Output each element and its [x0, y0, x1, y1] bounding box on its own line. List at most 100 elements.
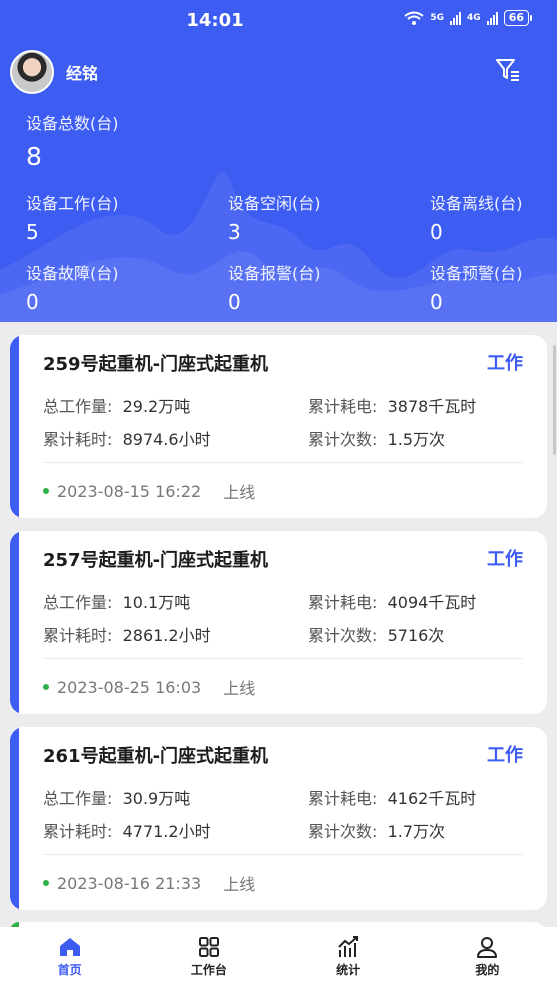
network-4g-label: 4G: [467, 13, 481, 23]
home-icon: [59, 938, 80, 956]
stat-fault: 设备故障(台) 0: [26, 260, 119, 314]
time-row: 累计耗时: 8974.6小时: [43, 426, 211, 450]
device-name: 257号起重机-门座式起重机: [43, 550, 269, 571]
device-status: 工作: [487, 549, 523, 570]
card-accent-bar: [10, 727, 19, 910]
stat-working: 设备工作(台) 5: [26, 190, 119, 244]
stat-label: 设备预警(台): [430, 264, 523, 283]
event-datetime: 2023-08-15 16:22: [57, 481, 202, 501]
power-row: 累计耗电: 4094千瓦时: [308, 589, 476, 613]
stat-label: 设备工作(台): [26, 194, 119, 213]
stat-value: 0: [26, 290, 39, 314]
signal-icon: [486, 11, 498, 25]
stat-label: 设备空闲(台): [228, 194, 321, 213]
stat-value: 3: [228, 220, 241, 244]
grid-icon: [198, 937, 219, 957]
time-label: 累计耗时:: [43, 626, 113, 645]
scrollbar[interactable]: [553, 345, 556, 455]
total-work-row: 总工作量: 30.9万吨: [43, 785, 190, 809]
card-accent-bar: [10, 531, 19, 714]
stat-label: 设备总数(台): [26, 114, 119, 133]
bottom-tab-bar: 首页 工作台 统计 我的: [0, 927, 557, 985]
time-label: 累计耗时:: [43, 822, 113, 841]
avatar[interactable]: [10, 50, 54, 94]
battery-icon: 66: [503, 10, 533, 26]
tab-label: 首页: [57, 963, 82, 977]
total-work-label: 总工作量:: [43, 789, 113, 808]
device-card[interactable]: 261号起重机-门座式起重机 工作 总工作量: 30.9万吨 累计耗电: 416…: [10, 727, 547, 910]
time-value: 4771.2小时: [122, 822, 211, 841]
event-row: 2023-08-25 16:03 上线: [43, 675, 255, 699]
filter-icon[interactable]: [495, 57, 521, 83]
count-value: 1.7万次: [387, 822, 446, 841]
device-name: 261号起重机-门座式起重机: [43, 746, 269, 767]
divider: [43, 462, 523, 463]
count-label: 累计次数:: [308, 822, 378, 841]
total-work-label: 总工作量:: [43, 397, 113, 416]
count-value: 5716次: [387, 626, 445, 645]
count-label: 累计次数:: [308, 430, 378, 449]
device-card[interactable]: 259号起重机-门座式起重机 工作 总工作量: 29.2万吨 累计耗电: 387…: [10, 335, 547, 518]
signal-icon: [450, 11, 462, 25]
stat-warning: 设备预警(台) 0: [430, 260, 523, 314]
total-work-value: 29.2万吨: [122, 397, 191, 416]
count-label: 累计次数:: [308, 626, 378, 645]
divider: [43, 658, 523, 659]
user-profile[interactable]: 经铭: [10, 50, 98, 94]
device-card[interactable]: 257号起重机-门座式起重机 工作 总工作量: 10.1万吨 累计耗电: 409…: [10, 531, 547, 714]
total-work-row: 总工作量: 29.2万吨: [43, 393, 190, 417]
event-datetime: 2023-08-16 21:33: [57, 873, 202, 893]
online-dot-icon: [43, 488, 49, 494]
tab-statistics[interactable]: 统计: [279, 927, 418, 985]
system-icons: 5G 4G 66: [404, 10, 533, 26]
time-row: 累计耗时: 4771.2小时: [43, 818, 211, 842]
tab-mine[interactable]: 我的: [418, 927, 557, 985]
event-row: 2023-08-16 21:33 上线: [43, 871, 255, 895]
status-time: 14:01: [186, 10, 244, 31]
time-value: 2861.2小时: [122, 626, 211, 645]
tab-home[interactable]: 首页: [0, 927, 139, 985]
chart-icon: [338, 936, 359, 957]
status-bar: 14:01 5G 4G 66: [0, 0, 557, 42]
tab-label: 我的: [475, 963, 500, 977]
total-work-value: 10.1万吨: [122, 593, 191, 612]
stat-value: 8: [26, 142, 42, 171]
power-row: 累计耗电: 4162千瓦时: [308, 785, 476, 809]
card-accent-bar: [10, 335, 19, 518]
event-type: 上线: [223, 483, 256, 502]
stat-alarm: 设备报警(台) 0: [228, 260, 321, 314]
count-row: 累计次数: 1.7万次: [308, 818, 445, 842]
tab-workbench[interactable]: 工作台: [139, 927, 278, 985]
stat-value: 0: [430, 220, 443, 244]
stat-value: 0: [228, 290, 241, 314]
total-work-row: 总工作量: 10.1万吨: [43, 589, 190, 613]
stat-value: 0: [430, 290, 443, 314]
time-row: 累计耗时: 2861.2小时: [43, 622, 211, 646]
stat-label: 设备故障(台): [26, 264, 119, 283]
total-work-value: 30.9万吨: [122, 789, 191, 808]
power-row: 累计耗电: 3878千瓦时: [308, 393, 476, 417]
count-value: 1.5万次: [387, 430, 446, 449]
device-status: 工作: [487, 353, 523, 374]
stat-offline: 设备离线(台) 0: [430, 190, 523, 244]
count-row: 累计次数: 1.5万次: [308, 426, 445, 450]
power-label: 累计耗电:: [308, 593, 378, 612]
device-status: 工作: [487, 745, 523, 766]
power-value: 3878千瓦时: [387, 397, 477, 416]
online-dot-icon: [43, 880, 49, 886]
wifi-icon: [404, 11, 424, 25]
time-value: 8974.6小时: [122, 430, 211, 449]
tab-label: 统计: [336, 963, 361, 977]
divider: [43, 854, 523, 855]
count-row: 累计次数: 5716次: [308, 622, 444, 646]
event-type: 上线: [223, 875, 256, 894]
dashboard-header: 14:01 5G 4G 66 经铭 设备总数(台) 8 设备工作(台) 5 设备…: [0, 0, 557, 322]
power-label: 累计耗电:: [308, 397, 378, 416]
person-icon: [477, 937, 498, 958]
event-row: 2023-08-15 16:22 上线: [43, 479, 255, 503]
user-name: 经铭: [66, 64, 99, 83]
event-datetime: 2023-08-25 16:03: [57, 677, 202, 697]
device-name: 259号起重机-门座式起重机: [43, 354, 269, 375]
stat-total: 设备总数(台) 8: [26, 110, 119, 171]
power-value: 4094千瓦时: [387, 593, 477, 612]
